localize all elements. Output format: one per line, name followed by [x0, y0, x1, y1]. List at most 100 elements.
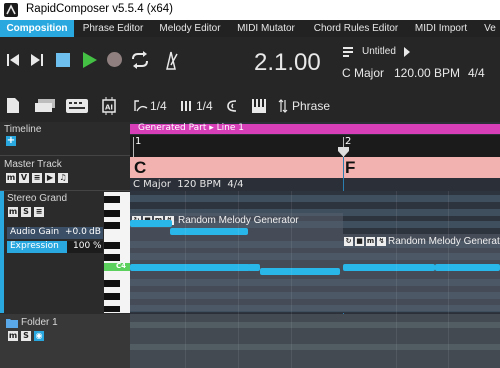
piano-icon[interactable] [252, 99, 266, 113]
master-guitar-button[interactable]: ♫ [58, 173, 68, 183]
lightning-icon[interactable]: ↯ [377, 237, 386, 246]
note[interactable] [248, 264, 260, 271]
ai-chip-icon[interactable]: AI [100, 97, 118, 115]
lock-icon[interactable]: ■ [355, 237, 364, 246]
tab-midi-mutator[interactable]: MIDI Mutator [232, 20, 300, 37]
song-name[interactable]: Untitled [362, 46, 396, 57]
chord-f[interactable]: F [345, 158, 355, 178]
stop-button[interactable] [56, 53, 70, 67]
tab-composition[interactable]: Composition [0, 20, 74, 37]
audio-gain-value: +0.0 [65, 227, 87, 237]
black-key[interactable] [104, 254, 120, 261]
skip-to-end-icon[interactable] [30, 53, 44, 67]
loop-small-icon[interactable]: ↻ [344, 237, 353, 246]
tab-ve[interactable]: Ve [480, 20, 500, 37]
arrangement-area[interactable]: Generated Part ▸ Line 1 1 2 C F C Major … [130, 122, 500, 368]
c4-label: C4 [116, 262, 127, 270]
keyboard-icon[interactable] [66, 99, 88, 113]
black-key[interactable] [104, 280, 120, 287]
black-key[interactable] [104, 210, 120, 217]
composition-toolbar: AI 1/4 1/4 Phrase [0, 89, 500, 122]
note[interactable] [130, 220, 172, 227]
beat-line [291, 191, 292, 368]
piano-keyboard[interactable]: C4 [104, 192, 130, 313]
beat-line [396, 191, 397, 368]
generated-part-label: Generated Part ▸ Line 1 [138, 123, 244, 133]
track-name[interactable]: Stereo Grand [7, 193, 67, 204]
divider [0, 155, 130, 156]
tab-phrase-editor[interactable]: Phrase Editor [78, 20, 148, 37]
mute-small-icon[interactable]: m [366, 237, 375, 246]
generated-part-bar[interactable]: Generated Part ▸ Line 1 [130, 123, 500, 134]
black-key[interactable] [104, 196, 120, 203]
tab-melody-editor[interactable]: Melody Editor [154, 20, 226, 37]
position-display: 2.1.00 [254, 49, 321, 76]
black-key[interactable] [104, 293, 120, 300]
svg-text:AI: AI [105, 104, 113, 112]
note[interactable] [343, 264, 435, 271]
grid-value[interactable]: 1/4 [196, 99, 213, 113]
ruler[interactable]: 1 2 [130, 135, 500, 157]
chord-track[interactable] [130, 157, 500, 178]
master-list-button[interactable]: ≡ [32, 173, 42, 183]
meter-display: 4/4 [468, 66, 485, 80]
folder-mute-button[interactable]: m [8, 331, 18, 341]
expression-value: 100 [73, 241, 91, 251]
beat-line [448, 191, 449, 368]
bar-number: 1 [135, 136, 142, 147]
folder-eye-button[interactable]: ◉ [34, 331, 44, 341]
title-bar: RapidComposer v5.5.4 (x64) [0, 0, 500, 20]
black-key[interactable] [104, 222, 120, 229]
note[interactable] [130, 264, 250, 271]
track-menu-button[interactable]: ≡ [34, 207, 44, 217]
skip-to-start-icon[interactable] [6, 53, 20, 67]
tempo-display: 120.00 BPM [394, 66, 461, 80]
note[interactable] [260, 268, 340, 275]
black-key[interactable] [104, 306, 120, 312]
beat-line [185, 191, 186, 368]
tab-chord-rules-editor[interactable]: Chord Rules Editor [308, 20, 404, 37]
grid-icon[interactable] [180, 100, 194, 112]
expression-slider[interactable]: Expression 100 % [7, 241, 103, 253]
black-key[interactable] [104, 242, 120, 249]
record-button[interactable] [107, 52, 122, 67]
new-document-icon[interactable] [6, 97, 20, 114]
bar-number: 2 [345, 136, 352, 147]
expression-unit: % [93, 241, 102, 251]
quantize-value[interactable]: 1/4 [150, 99, 167, 113]
key-display: C Major [342, 66, 385, 80]
divider [0, 190, 130, 191]
chord-c[interactable]: C [134, 158, 146, 178]
phrase-button[interactable]: Phrase [292, 99, 330, 113]
track-mute-button[interactable]: m [8, 207, 18, 217]
song-icon [343, 47, 353, 57]
note[interactable] [435, 264, 500, 271]
main-tab-bar: Composition Phrase Editor Melody Editor … [0, 20, 500, 37]
loop-icon[interactable] [130, 51, 150, 69]
play-button[interactable] [82, 51, 98, 69]
track-list-panel: Timeline + Master Track m V ≡ ▶ ♫ Stereo… [0, 122, 130, 368]
playhead-marker-icon[interactable] [338, 147, 349, 157]
timeline-label: Timeline [4, 124, 42, 135]
app-logo-icon [4, 3, 18, 17]
chevron-right-icon[interactable] [404, 47, 410, 57]
folder-name[interactable]: Folder 1 [21, 317, 58, 328]
stack-icon[interactable] [34, 99, 56, 113]
folder-solo-button[interactable]: S [21, 331, 31, 341]
c4-key[interactable]: C4 [104, 262, 130, 271]
audio-gain-label: Audio Gain [10, 227, 60, 237]
phrase-block-label: Random Melody Generator [388, 236, 500, 247]
tab-midi-import[interactable]: MIDI Import [410, 20, 472, 37]
quantize-icon[interactable] [134, 100, 148, 112]
add-timeline-button[interactable]: + [6, 136, 16, 146]
metronome-icon[interactable] [162, 50, 180, 70]
window-title: RapidComposer v5.5.4 (x64) [26, 3, 174, 15]
master-mute-button[interactable]: m [6, 173, 16, 183]
master-v-button[interactable]: V [19, 173, 29, 183]
track-solo-button[interactable]: S [21, 207, 31, 217]
master-volume-button[interactable]: ▶ [45, 173, 55, 183]
audio-gain-slider[interactable]: Audio Gain +0.0 dB [7, 227, 103, 239]
sort-arrows-icon[interactable] [278, 99, 288, 113]
snap-icon[interactable] [226, 99, 240, 113]
folder-track[interactable] [0, 314, 130, 368]
